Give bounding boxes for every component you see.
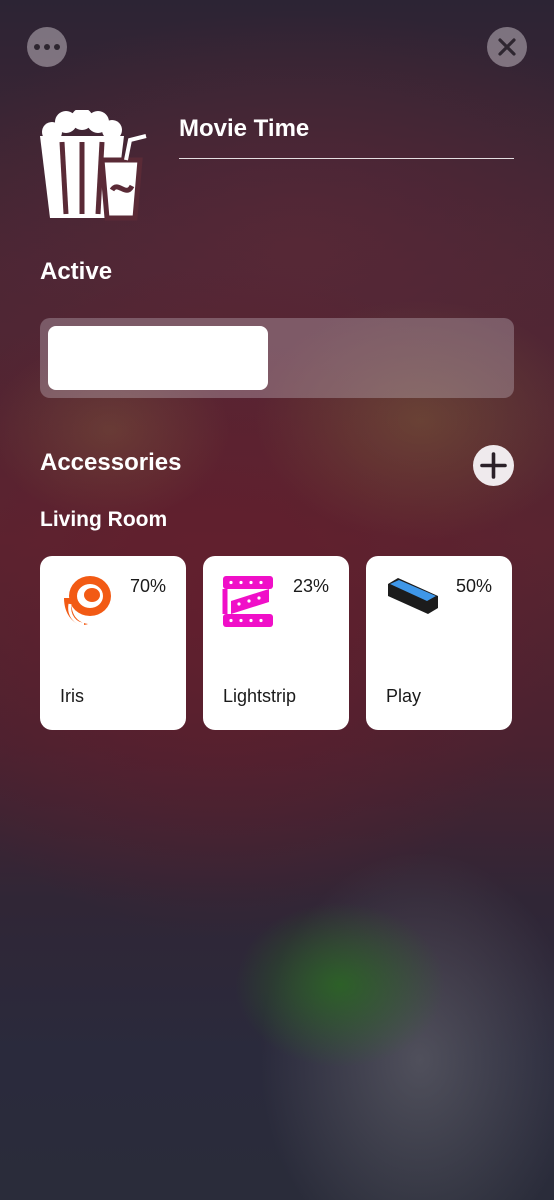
accessories-heading: Accessories: [40, 449, 182, 476]
room-heading: Living Room: [40, 508, 168, 531]
scene-name: Movie Time: [179, 115, 310, 142]
play-bar-icon: [388, 578, 438, 614]
accessory-name: Iris: [60, 686, 84, 706]
scene-name-field[interactable]: Movie Time: [179, 112, 514, 159]
accessory-tile-iris[interactable]: 70% Iris: [40, 556, 186, 730]
plus-icon: [480, 452, 507, 479]
close-button[interactable]: [487, 27, 527, 67]
popcorn-and-drink-icon[interactable]: [38, 110, 148, 222]
accessory-percent: 70%: [129, 576, 166, 596]
add-accessory-button[interactable]: [473, 445, 514, 486]
accessory-percent: 23%: [292, 576, 329, 596]
accessory-name: Lightstrip: [223, 686, 297, 706]
more-options-button[interactable]: [27, 27, 67, 67]
ellipsis-icon: [34, 44, 40, 50]
iris-lamp-icon: [64, 576, 111, 626]
accessory-tile-lightstrip[interactable]: 23% Lightstrip: [203, 556, 349, 730]
lightstrip-icon: [222, 576, 273, 627]
accessory-percent: 50%: [455, 576, 492, 596]
active-toggle[interactable]: [40, 318, 514, 398]
active-toggle-knob[interactable]: [48, 326, 268, 390]
accessory-name: Play: [386, 686, 422, 706]
close-icon: [498, 38, 516, 56]
active-heading: Active: [40, 258, 113, 285]
accessory-tile-play[interactable]: 50% Play: [366, 556, 512, 730]
